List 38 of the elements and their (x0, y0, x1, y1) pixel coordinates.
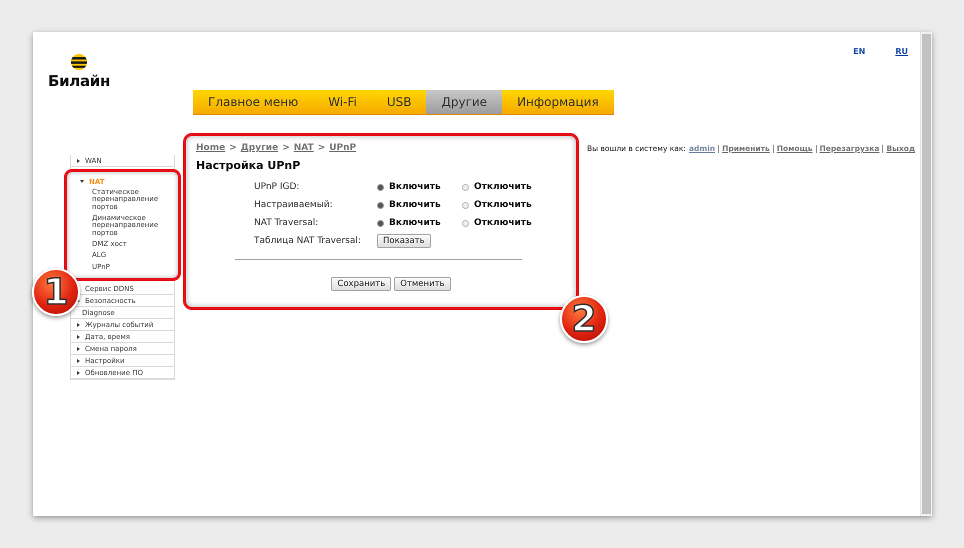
option-label: Отключить (474, 200, 532, 210)
field-label: Настраиваемый: (254, 200, 334, 210)
language-link[interactable]: EN (853, 47, 866, 90)
breadcrumb-link[interactable]: NAT (294, 143, 314, 153)
radio-button[interactable] (462, 184, 469, 190)
breadcrumb-link[interactable]: Home (196, 143, 226, 153)
radio-button[interactable] (462, 220, 469, 226)
language-link[interactable]: RU (895, 47, 908, 90)
callout-number: 1 (32, 268, 80, 316)
field-label: UPnP IGD: (254, 182, 300, 192)
option-label: Включить (389, 218, 441, 228)
radio-button[interactable] (462, 202, 469, 208)
callout-number: 2 (560, 295, 608, 343)
menu-tab[interactable]: Главное меню (193, 90, 314, 114)
breadcrumb-separator: > (229, 143, 237, 153)
radio-button[interactable] (377, 220, 384, 226)
show-button[interactable]: Показать (377, 234, 431, 248)
menu-tab[interactable]: Wi-Fi (313, 90, 372, 114)
section-title: Настройка UPnP (196, 159, 302, 172)
radio-button[interactable] (377, 202, 384, 208)
breadcrumb-link[interactable]: UPnP (329, 143, 356, 153)
form-button[interactable]: Сохранить (331, 277, 392, 291)
option-label: Включить (389, 200, 441, 210)
menu-tab[interactable]: USB (372, 90, 426, 114)
option-label: Отключить (474, 218, 532, 228)
breadcrumb-link[interactable]: Другие (240, 143, 278, 153)
brand-logo-text: Билайн (48, 72, 110, 90)
scrollbar[interactable] (920, 32, 932, 516)
radio-button[interactable] (377, 184, 384, 190)
breadcrumb-separator: > (318, 143, 326, 153)
option-label: Отключить (474, 182, 532, 192)
form-button[interactable]: Отменить (394, 277, 451, 291)
field-label: NAT Traversal: (254, 218, 320, 228)
field-label: Таблица NAT Traversal: (254, 236, 362, 246)
option-label: Включить (389, 182, 441, 192)
breadcrumb-separator: > (282, 143, 290, 153)
menu-tab[interactable]: Информация (502, 90, 614, 114)
menu-tab[interactable]: Другие (426, 90, 502, 114)
